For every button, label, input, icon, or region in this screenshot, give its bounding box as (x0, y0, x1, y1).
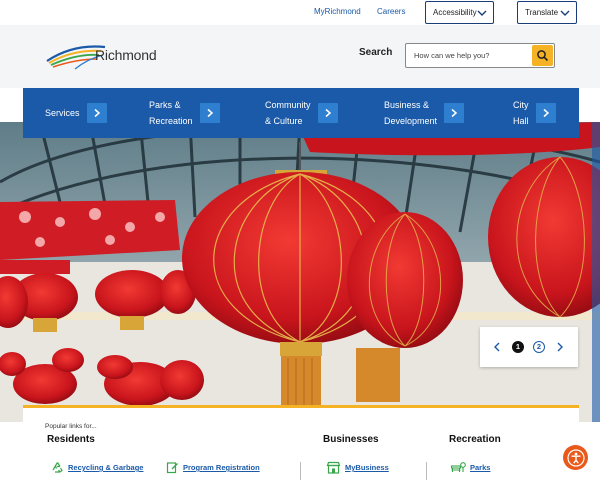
hero-lanterns-illustration (0, 122, 600, 422)
nav-item-label: Services (45, 108, 80, 118)
accessibility-label: Accessibility (433, 8, 477, 17)
mybusiness-link[interactable]: MyBusiness (326, 461, 389, 474)
edit-form-icon (166, 462, 178, 474)
businesses-heading: Businesses (323, 434, 379, 445)
residents-heading: Residents (47, 434, 95, 445)
chevron-left-icon[interactable] (492, 341, 502, 353)
nav-item-community-culture[interactable]: Community & Culture (265, 88, 338, 138)
nav-item-label: Parks & Recreation (149, 100, 193, 126)
main-nav: Services Parks & Recreation Community & … (23, 88, 579, 138)
recycle-icon (52, 462, 63, 473)
parks-link[interactable]: Parks (450, 461, 490, 474)
popular-links-panel: Popular links for... Residents Businesse… (23, 405, 579, 480)
park-bench-icon (450, 462, 466, 472)
slide-dot-1[interactable]: 1 (512, 341, 524, 353)
recycling-garbage-label: Recycling & Garbage (68, 463, 144, 472)
recycling-garbage-link[interactable]: Recycling & Garbage (51, 461, 143, 474)
chevron-down-icon (560, 10, 570, 16)
careers-link[interactable]: Careers (377, 7, 405, 16)
chevron-down-icon (477, 10, 487, 16)
column-divider (300, 462, 301, 480)
nav-item-business-development[interactable]: Business & Development (384, 88, 465, 138)
program-registration-link[interactable]: Program Registration (166, 461, 260, 474)
page: MyRichmond Careers Accessibility Transla… (0, 0, 600, 480)
column-divider (426, 462, 427, 480)
nav-item-label: City Hall (513, 100, 529, 126)
logo-text: Richmond (95, 47, 157, 63)
nav-item-label: Community & Culture (265, 100, 311, 126)
nav-item-parks-recreation[interactable]: Parks & Recreation (149, 88, 220, 138)
storefront-icon (326, 461, 341, 474)
mybusiness-label: MyBusiness (345, 463, 389, 472)
chevron-right-icon[interactable] (535, 103, 556, 123)
search-button[interactable] (532, 45, 553, 66)
chevron-right-icon[interactable] (444, 103, 465, 123)
accessibility-dropdown[interactable]: Accessibility (425, 1, 494, 24)
accessibility-widget-button[interactable] (563, 445, 588, 470)
nav-item-services[interactable]: Services (45, 88, 107, 138)
nav-item-label: Business & Development (384, 100, 438, 126)
parks-label: Parks (470, 463, 491, 472)
chevron-right-icon[interactable] (86, 103, 107, 123)
site-header: Richmond Search (0, 25, 600, 88)
program-registration-label: Program Registration (183, 463, 260, 472)
popular-links-kicker: Popular links for... (45, 423, 97, 430)
translate-label: Translate (525, 8, 559, 17)
chevron-right-icon[interactable] (199, 103, 220, 123)
accessibility-person-icon (566, 448, 585, 467)
translate-dropdown[interactable]: Translate (517, 1, 577, 24)
chevron-right-icon[interactable] (317, 103, 338, 123)
recreation-heading: Recreation (449, 434, 501, 445)
hero-image (0, 122, 600, 422)
search-label: Search (359, 47, 393, 58)
chevron-right-icon[interactable] (555, 341, 565, 353)
utility-bar: MyRichmond Careers Accessibility Transla… (0, 0, 600, 25)
search-icon (537, 50, 549, 62)
myrichmond-link[interactable]: MyRichmond (314, 7, 361, 16)
nav-item-city-hall[interactable]: City Hall (513, 88, 556, 138)
hero-slider-controls: 1 2 (480, 327, 578, 367)
slide-dot-2[interactable]: 2 (533, 341, 545, 353)
